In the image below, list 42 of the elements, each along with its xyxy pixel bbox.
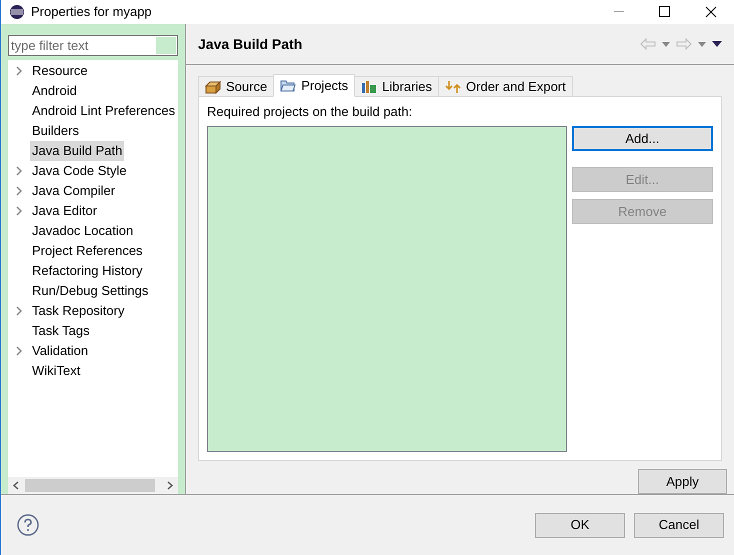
app-icon (9, 4, 25, 20)
tree-item[interactable]: Refactoring History (30, 261, 145, 281)
tree-item[interactable]: Java Code Style (30, 161, 129, 181)
tree-item[interactable]: Project References (30, 241, 145, 261)
tree-item[interactable]: Task Repository (30, 301, 126, 321)
tree-item[interactable]: Android Lint Preferences (30, 101, 178, 121)
tab[interactable]: Order and Export (438, 76, 573, 97)
tree-item[interactable]: Java Compiler (30, 181, 118, 201)
scroll-thumb[interactable] (25, 479, 155, 492)
list-label: Required projects on the build path: (207, 103, 414, 120)
help-icon[interactable] (17, 514, 39, 536)
minimize-icon (614, 11, 624, 13)
dialog-button[interactable]: Cancel (634, 512, 724, 538)
filter-indicator (156, 37, 176, 54)
close-icon (705, 6, 717, 18)
filter-field[interactable]: type filter text (8, 35, 178, 56)
page-title: Java Build Path (198, 34, 302, 54)
dropdown-icon[interactable] (698, 42, 706, 46)
tab[interactable]: Source (198, 76, 274, 97)
dropdown-icon[interactable] (662, 42, 670, 46)
tree-item[interactable]: WikiText (30, 361, 82, 381)
tree-item[interactable]: Android (30, 81, 79, 101)
tree-item[interactable]: Resource (30, 61, 90, 81)
tree-item[interactable]: Run/Debug Settings (30, 281, 150, 301)
action-button[interactable]: Add... (572, 126, 713, 151)
tree-item[interactable]: Java Build Path (30, 141, 124, 161)
tree-item[interactable]: Javadoc Location (30, 221, 136, 241)
window-title: Properties for myapp (31, 3, 152, 22)
tree-item[interactable]: Validation (30, 341, 90, 361)
package-icon (205, 80, 221, 94)
horizontal-scrollbar[interactable] (8, 477, 178, 494)
arrows-icon (445, 80, 462, 94)
tree-item[interactable]: Builders (30, 121, 81, 141)
folder-icon (280, 78, 296, 92)
apply-button[interactable]: Apply (638, 469, 727, 494)
maximize-icon (659, 6, 671, 18)
dialog-button[interactable]: OK (535, 512, 625, 538)
tab[interactable]: Projects (273, 74, 356, 97)
books-icon (361, 80, 378, 94)
tree-item[interactable]: Java Editor (30, 201, 100, 221)
view-menu-icon[interactable] (712, 41, 722, 47)
tree-item[interactable]: Task Tags (30, 321, 92, 341)
